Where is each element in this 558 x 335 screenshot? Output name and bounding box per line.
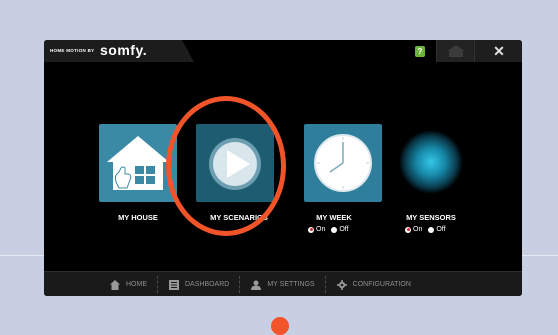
window-controls: ? ✕ bbox=[404, 40, 522, 62]
sensor-glow-icon bbox=[399, 130, 463, 194]
nav-configuration-label: CONFIGURATION bbox=[352, 281, 411, 288]
sensors-on-radio[interactable] bbox=[405, 226, 411, 233]
my-sensors-tile[interactable] bbox=[392, 124, 470, 202]
nav-dashboard-label: DASHBOARD bbox=[185, 281, 230, 288]
nav-configuration[interactable]: CONFIGURATION bbox=[327, 272, 421, 296]
close-button[interactable]: ✕ bbox=[474, 40, 522, 62]
my-week-tile[interactable] bbox=[304, 124, 382, 202]
my-sensors-label: MY SENSORS bbox=[406, 213, 456, 222]
help-button[interactable]: ? bbox=[404, 40, 436, 62]
bottom-nav: HOME DASHBOARD MY SETTINGS CONFIGURATION bbox=[44, 271, 522, 296]
home-icon bbox=[110, 279, 120, 290]
highlight-dot-annotation bbox=[271, 317, 289, 335]
nav-dashboard[interactable]: DASHBOARD bbox=[159, 272, 239, 296]
help-icon: ? bbox=[415, 45, 425, 57]
week-off-radio[interactable] bbox=[331, 226, 338, 233]
brand-prefix: HOME MOTION BY bbox=[50, 48, 95, 53]
gear-icon bbox=[336, 279, 347, 290]
week-off-label: Off bbox=[339, 226, 349, 233]
week-toggle: On Off bbox=[308, 226, 355, 233]
dashboard-icon bbox=[169, 279, 179, 290]
brand-tab: HOME MOTION BY somfy. bbox=[44, 40, 194, 62]
close-icon: ✕ bbox=[493, 42, 505, 59]
sensors-on-label: On bbox=[413, 226, 423, 233]
my-house-label: MY HOUSE bbox=[118, 213, 158, 222]
home-icon bbox=[447, 45, 465, 57]
somfy-logo: somfy. bbox=[100, 42, 148, 58]
my-week-label: MY WEEK bbox=[316, 213, 352, 222]
sensors-off-label: Off bbox=[436, 226, 446, 233]
user-icon bbox=[251, 280, 262, 290]
highlight-circle-annotation bbox=[166, 96, 286, 236]
week-on-radio[interactable] bbox=[308, 226, 314, 233]
nav-my-settings[interactable]: MY SETTINGS bbox=[241, 272, 324, 296]
home-top-button[interactable] bbox=[436, 40, 475, 62]
nav-home[interactable]: HOME bbox=[100, 272, 157, 296]
week-on-label: On bbox=[316, 226, 326, 233]
sensors-toggle: On Off bbox=[405, 226, 452, 233]
nav-my-settings-label: MY SETTINGS bbox=[267, 281, 315, 288]
clock-icon bbox=[314, 134, 372, 192]
top-bar: HOME MOTION BY somfy. ? ✕ bbox=[44, 40, 522, 62]
sensors-off-radio[interactable] bbox=[428, 226, 435, 233]
nav-home-label: HOME bbox=[126, 281, 147, 288]
